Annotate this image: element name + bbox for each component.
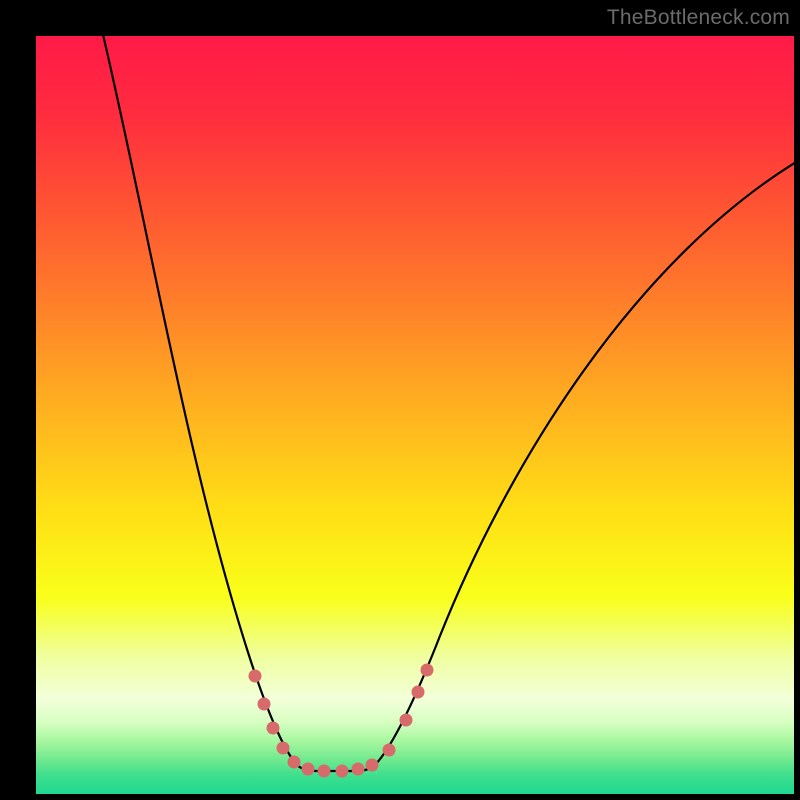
marker-dot	[400, 714, 413, 727]
bottleneck-curve	[101, 36, 794, 771]
chart-frame: TheBottleneck.com	[0, 0, 800, 800]
marker-dot	[366, 759, 379, 772]
marker-dot	[277, 742, 290, 755]
marker-dot	[383, 744, 396, 757]
marker-dot	[421, 664, 434, 677]
marker-dot	[258, 698, 271, 711]
marker-dot	[412, 686, 425, 699]
marker-dot	[318, 765, 331, 778]
plot-area	[35, 35, 795, 795]
marker-dot	[336, 765, 349, 778]
marker-dot	[352, 763, 365, 776]
marker-dot	[249, 670, 262, 683]
marker-dot	[302, 763, 315, 776]
marker-dot	[288, 756, 301, 769]
watermark-text: TheBottleneck.com	[607, 6, 790, 30]
optimal-range-markers	[249, 664, 434, 778]
marker-dot	[267, 722, 280, 735]
curve-layer	[36, 36, 794, 794]
